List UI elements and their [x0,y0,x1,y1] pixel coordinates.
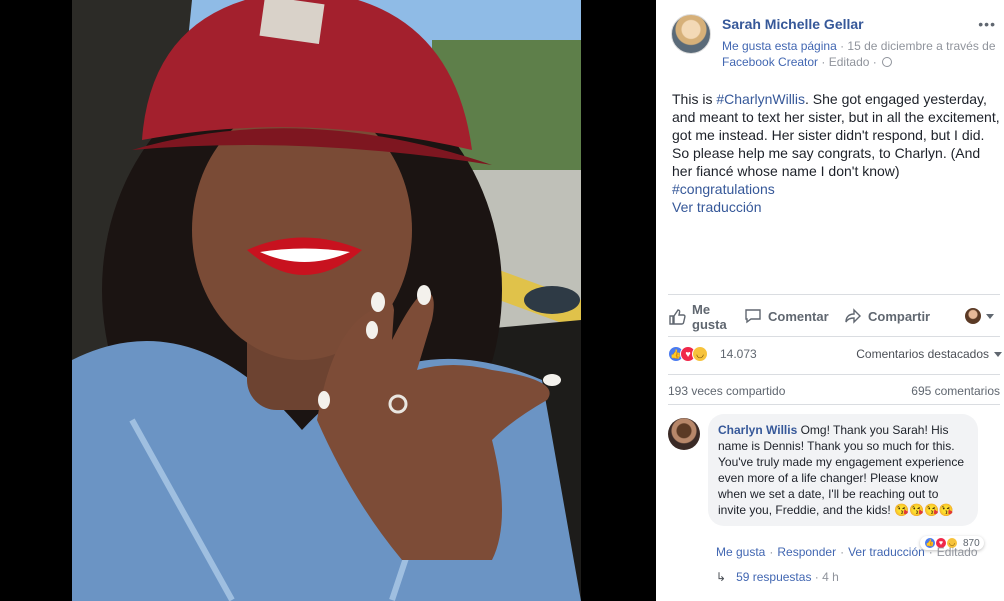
reply-arrow-icon: ↳ [716,570,727,584]
thumbs-up-icon [669,309,686,325]
comment-edited[interactable]: Editado [937,545,978,559]
post-actions: Me gusta Comentar Compartir [668,298,1004,334]
comment-label: Comentar [768,308,829,324]
selfie-illustration [72,0,581,601]
page-name[interactable]: Sarah Michelle Gellar [722,16,864,32]
comment-text: Omg! Thank you Sarah! His name is Dennis… [718,423,964,517]
hashtag-charlynwillis[interactable]: #CharlynWillis [716,91,805,107]
comment-translate-link[interactable]: Ver traducción [848,545,925,559]
share-arrow-icon [845,308,861,324]
comment-sort-select[interactable]: Comentarios destacados [856,347,1002,361]
post-meta: Me gusta esta página · 15 de diciembre a… [722,38,1002,70]
share-label: Compartir [868,308,931,324]
reactions-summary: 👍 ♥ ◡ 14.073 Comentarios destacados [668,344,1004,366]
replies-link[interactable]: ↳ 59 respuestas · 4 h [716,570,839,584]
divider [668,374,1000,375]
commenter-avatar[interactable] [668,418,700,450]
haha-reaction-icon: ◡ [692,346,708,362]
page-avatar[interactable] [671,14,711,54]
comment-author[interactable]: Charlyn Willis [718,423,797,437]
sort-label: Comentarios destacados [856,347,989,361]
share-button[interactable]: Compartir [844,307,930,325]
divider [668,336,1000,337]
reply-time: · 4 h [814,570,839,584]
globe-icon [882,57,893,67]
photo-viewer [0,0,656,601]
divider [668,294,1000,295]
comment-icon [745,309,761,324]
like-page-link[interactable]: Me gusta esta página [722,39,837,53]
more-options-icon[interactable]: ••• [978,16,996,32]
see-translation-link[interactable]: Ver traducción [672,198,1000,216]
share-comment-stats: 193 veces compartido 695 comentarios [668,384,1004,398]
comment-button[interactable]: Comentar [744,307,829,325]
replies-count: 59 respuestas [736,570,812,584]
comment-like-link[interactable]: Me gusta [716,545,765,559]
app-link[interactable]: Facebook Creator [722,55,818,69]
like-button[interactable]: Me gusta [668,302,732,332]
reaction-count[interactable]: 14.073 [720,347,757,361]
post-text-start: This is [672,91,713,107]
post-date: · 15 de diciembre a través de [840,39,996,53]
hashtag-congratulations[interactable]: #congratulations [672,180,1000,198]
share-count[interactable]: 193 veces compartido [668,384,785,398]
comment-count[interactable]: 695 comentarios [911,384,1000,398]
divider [668,404,1000,405]
comment-bubble: Charlyn Willis Omg! Thank you Sarah! His… [708,414,978,526]
viewer-selector[interactable] [965,308,994,324]
chevron-down-icon [994,351,1002,357]
chevron-down-icon [986,313,994,319]
post-text: This is #CharlynWillis. She got engaged … [672,90,1000,216]
edited-label[interactable]: · Editado · [821,55,876,69]
post-photo[interactable] [72,0,581,601]
comment-reply-link[interactable]: Responder [777,545,836,559]
reaction-icons[interactable]: 👍 ♥ ◡ [668,346,708,362]
comment-actions: Me gusta · Responder · Ver traducción · Editad… [716,545,978,559]
viewer-avatar [965,308,981,324]
post-panel: Sarah Michelle Gellar ••• Me gusta esta … [656,0,1004,601]
like-label: Me gusta [692,302,727,332]
